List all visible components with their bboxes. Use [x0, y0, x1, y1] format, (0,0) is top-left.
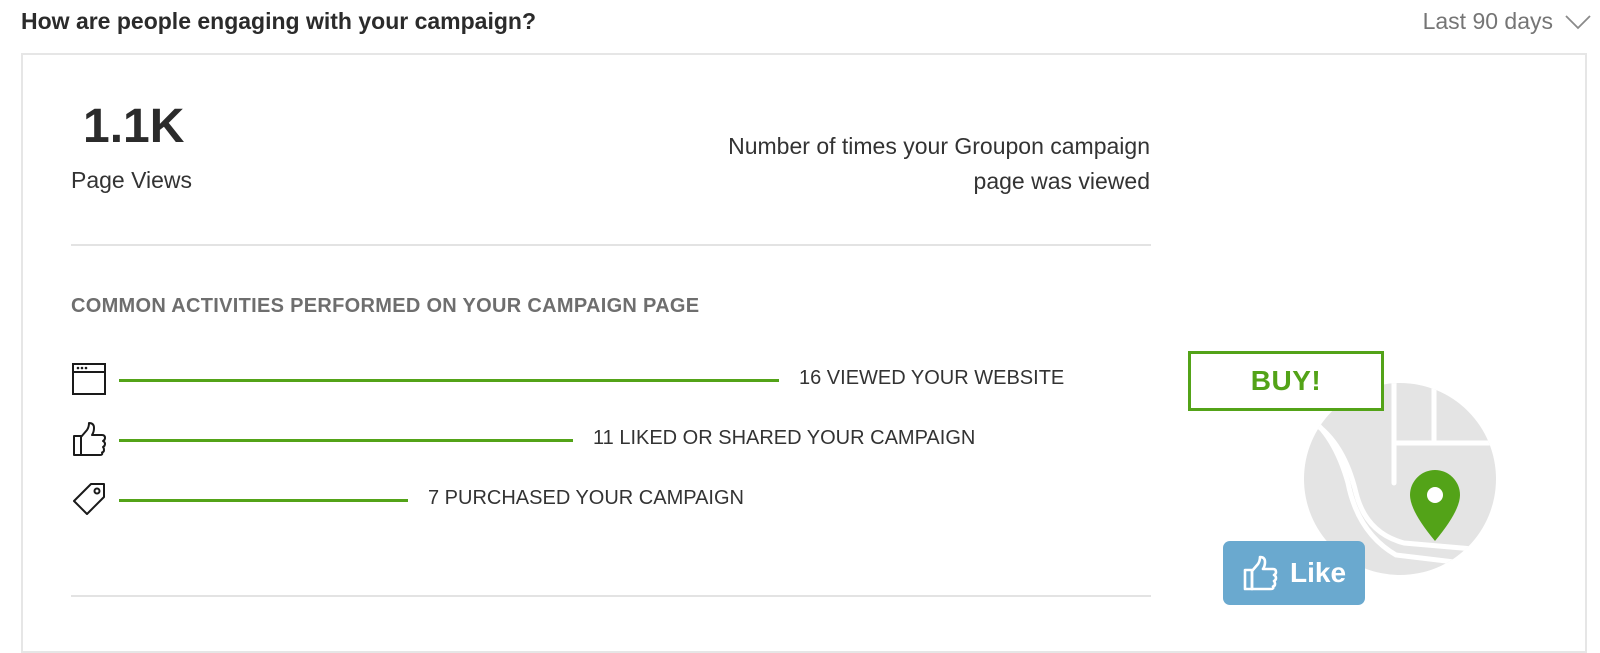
page-views-label: Page Views	[71, 167, 193, 193]
browser-window-icon	[72, 363, 106, 395]
activity-bar	[119, 379, 779, 382]
activity-bar	[119, 499, 408, 502]
price-tag-icon	[73, 483, 105, 515]
date-range-label: Last 90 days	[1422, 8, 1553, 34]
activity-bar	[119, 439, 573, 442]
activities-heading: COMMON ACTIVITIES PERFORMED ON YOUR CAMP…	[71, 295, 700, 317]
divider	[71, 244, 1151, 246]
activity-row-liked-shared: 11 LIKED OR SHARED YOUR CAMPAIGN	[71, 421, 1151, 461]
page-views-description: Number of times your Groupon campaign pa…	[728, 133, 1150, 194]
divider	[71, 595, 1151, 597]
activity-label: 7 PURCHASED YOUR CAMPAIGN	[428, 487, 744, 509]
thumbs-up-icon	[1243, 555, 1278, 591]
chevron-down-icon	[1565, 14, 1591, 29]
buy-badge: BUY!	[1188, 351, 1384, 411]
activity-row-purchased: 7 PURCHASED YOUR CAMPAIGN	[71, 481, 1151, 521]
page-views-value: 1.1K	[83, 100, 185, 153]
section-title: How are people engaging with your campai…	[21, 8, 537, 34]
like-label: Like	[1289, 557, 1347, 588]
section-header: How are people engaging with your campai…	[21, 0, 1591, 50]
thumbs-up-icon	[73, 422, 106, 456]
activity-row-viewed-website: 16 VIEWED YOUR WEBSITE	[71, 361, 1151, 401]
activity-label: 11 LIKED OR SHARED YOUR CAMPAIGN	[593, 427, 976, 449]
engagement-panel: 1.1K Page Views Number of times your Gro…	[21, 53, 1587, 653]
date-range-dropdown[interactable]: Last 90 days	[1423, 8, 1591, 35]
like-badge: Like	[1223, 541, 1365, 605]
activity-label: 16 VIEWED YOUR WEBSITE	[799, 367, 1065, 389]
engagement-illustration: BUY! Like	[1188, 351, 1528, 611]
